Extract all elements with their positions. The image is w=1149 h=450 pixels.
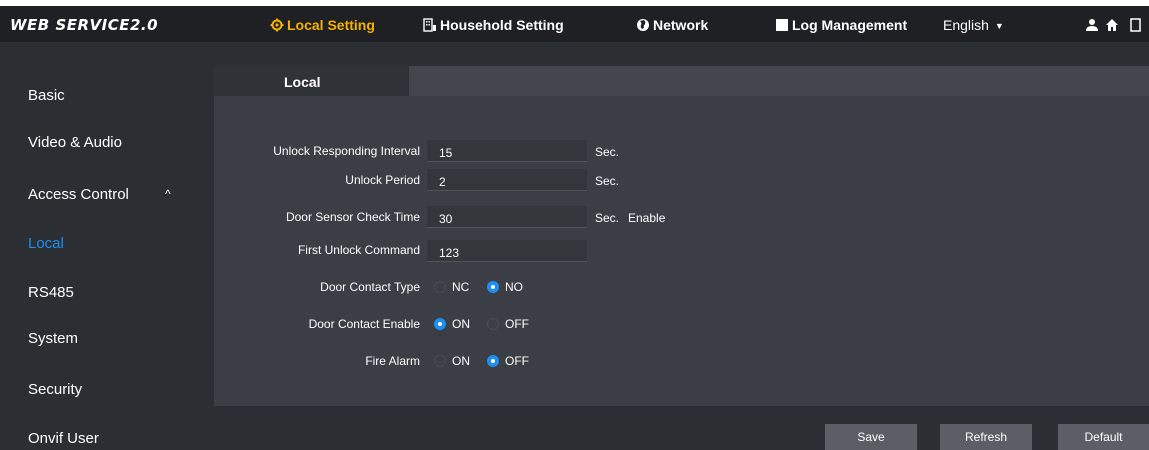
- sidebar-item-label: Security: [28, 381, 83, 398]
- sensor-check-label: Door Sensor Check Time: [285, 210, 420, 224]
- home-icon[interactable]: [1105, 18, 1119, 32]
- radio-label: NO: [505, 280, 523, 294]
- sidebar-item-onvif-user[interactable]: Onvif User: [28, 430, 99, 447]
- contact-type-label: Door Contact Type: [320, 280, 420, 294]
- tab-local[interactable]: Local: [214, 66, 409, 96]
- sidebar-item-label: Basic: [28, 87, 65, 104]
- radio-dot: [487, 318, 499, 330]
- field-value: 123: [439, 246, 460, 260]
- sidebar-item-label: System: [28, 330, 79, 347]
- radio-label: OFF: [505, 317, 529, 331]
- building-icon: [423, 18, 436, 32]
- chevron-down-icon: ▼: [994, 21, 1004, 32]
- user-icon[interactable]: [1085, 18, 1099, 32]
- log-icon: [776, 19, 788, 31]
- sidebar-item-system[interactable]: System: [28, 330, 78, 347]
- fire-alarm-off-radio[interactable]: OFF: [487, 354, 529, 368]
- radio-dot: [487, 281, 499, 293]
- sidebar-item-local[interactable]: Local: [28, 235, 64, 252]
- sidebar-item-basic[interactable]: Basic: [28, 87, 65, 104]
- contact-enable-on-radio[interactable]: ON: [434, 317, 470, 331]
- tab-label: Local: [284, 74, 321, 90]
- logout-icon[interactable]: [1130, 18, 1142, 32]
- refresh-button[interactable]: Refresh: [940, 424, 1032, 450]
- unlock-interval-label: Unlock Responding Interval: [273, 144, 420, 158]
- default-button[interactable]: Default: [1058, 424, 1149, 450]
- radio-label: ON: [452, 317, 470, 331]
- fire-alarm-on-radio[interactable]: ON: [434, 354, 470, 368]
- field-value: 2: [439, 175, 446, 189]
- field-value: 30: [439, 212, 453, 226]
- radio-label: ON: [452, 354, 470, 368]
- sidebar-item-label: RS485: [28, 284, 74, 301]
- save-button[interactable]: Save: [825, 424, 917, 450]
- nav-local-setting[interactable]: Local Setting: [270, 17, 375, 33]
- unlock-interval-input[interactable]: 15: [427, 140, 587, 162]
- contact-type-nc-radio[interactable]: NC: [434, 280, 469, 294]
- radio-dot: [487, 355, 499, 367]
- radio-label: OFF: [505, 354, 529, 368]
- sensor-check-enable[interactable]: Enable: [628, 211, 665, 225]
- fire-alarm-label: Fire Alarm: [365, 354, 420, 368]
- unlock-interval-unit: Sec.: [595, 145, 620, 159]
- nav-label: Network: [653, 17, 709, 33]
- nav-label: Local Setting: [287, 17, 375, 33]
- first-command-input[interactable]: 123: [427, 240, 587, 262]
- nav-household-setting[interactable]: Household Setting: [423, 17, 564, 33]
- app-logo: WEB SERVICE2.0: [10, 16, 159, 34]
- sidebar: Basic Video & Audio Access Control ^ Loc…: [0, 42, 208, 450]
- sidebar-item-security[interactable]: Security: [28, 381, 82, 398]
- radio-label: NC: [452, 280, 470, 294]
- sidebar-item-label: Video & Audio: [28, 134, 122, 151]
- contact-enable-label: Door Contact Enable: [308, 317, 420, 331]
- first-command-label: First Unlock Command: [297, 243, 420, 257]
- sidebar-item-video-audio[interactable]: Video & Audio: [28, 134, 122, 151]
- nav-label: Household Setting: [440, 17, 564, 33]
- nav-log-management[interactable]: Log Management: [775, 17, 907, 33]
- language-label: English: [943, 17, 989, 33]
- language-select[interactable]: English ▼: [943, 17, 1004, 33]
- sidebar-item-label: Access Control: [28, 186, 129, 203]
- unlock-period-label: Unlock Period: [345, 173, 420, 187]
- radio-dot: [434, 281, 446, 293]
- sidebar-item-label: Onvif User: [28, 430, 99, 447]
- sidebar-item-rs485[interactable]: RS485: [28, 284, 74, 301]
- unlock-period-input[interactable]: 2: [427, 169, 587, 191]
- sidebar-item-access-control[interactable]: Access Control ^: [28, 186, 171, 203]
- globe-icon: [637, 19, 649, 31]
- radio-dot: [434, 355, 446, 367]
- contact-type-no-radio[interactable]: NO: [487, 280, 523, 294]
- sensor-check-input[interactable]: 30: [427, 206, 587, 228]
- unlock-period-unit: Sec.: [595, 174, 620, 188]
- gear-icon: [270, 18, 284, 32]
- sensor-check-unit: Sec.: [595, 211, 620, 225]
- contact-enable-off-radio[interactable]: OFF: [487, 317, 529, 331]
- field-value: 15: [439, 146, 453, 160]
- radio-dot: [434, 318, 446, 330]
- tab-bar: Local: [214, 66, 1149, 96]
- sidebar-item-label: Local: [28, 235, 64, 252]
- nav-network[interactable]: Network: [636, 17, 708, 33]
- nav-label: Log Management: [792, 17, 908, 33]
- chevron-up-icon: ^: [165, 187, 171, 201]
- header: WEB SERVICE2.0 Local Setting Household S…: [0, 6, 1149, 42]
